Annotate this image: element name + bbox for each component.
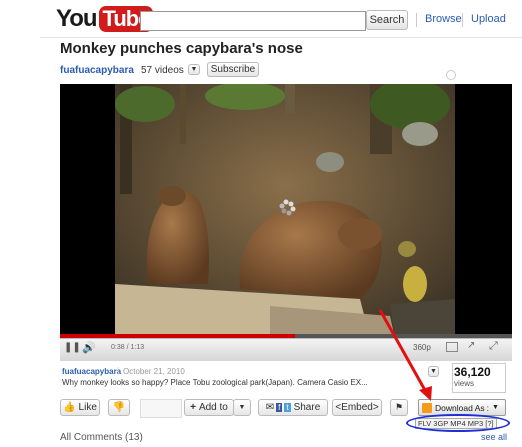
annotation-arrow xyxy=(378,309,432,401)
all-comments-heading: All Comments (13) xyxy=(60,432,143,443)
see-all-link[interactable]: see all xyxy=(481,432,507,442)
